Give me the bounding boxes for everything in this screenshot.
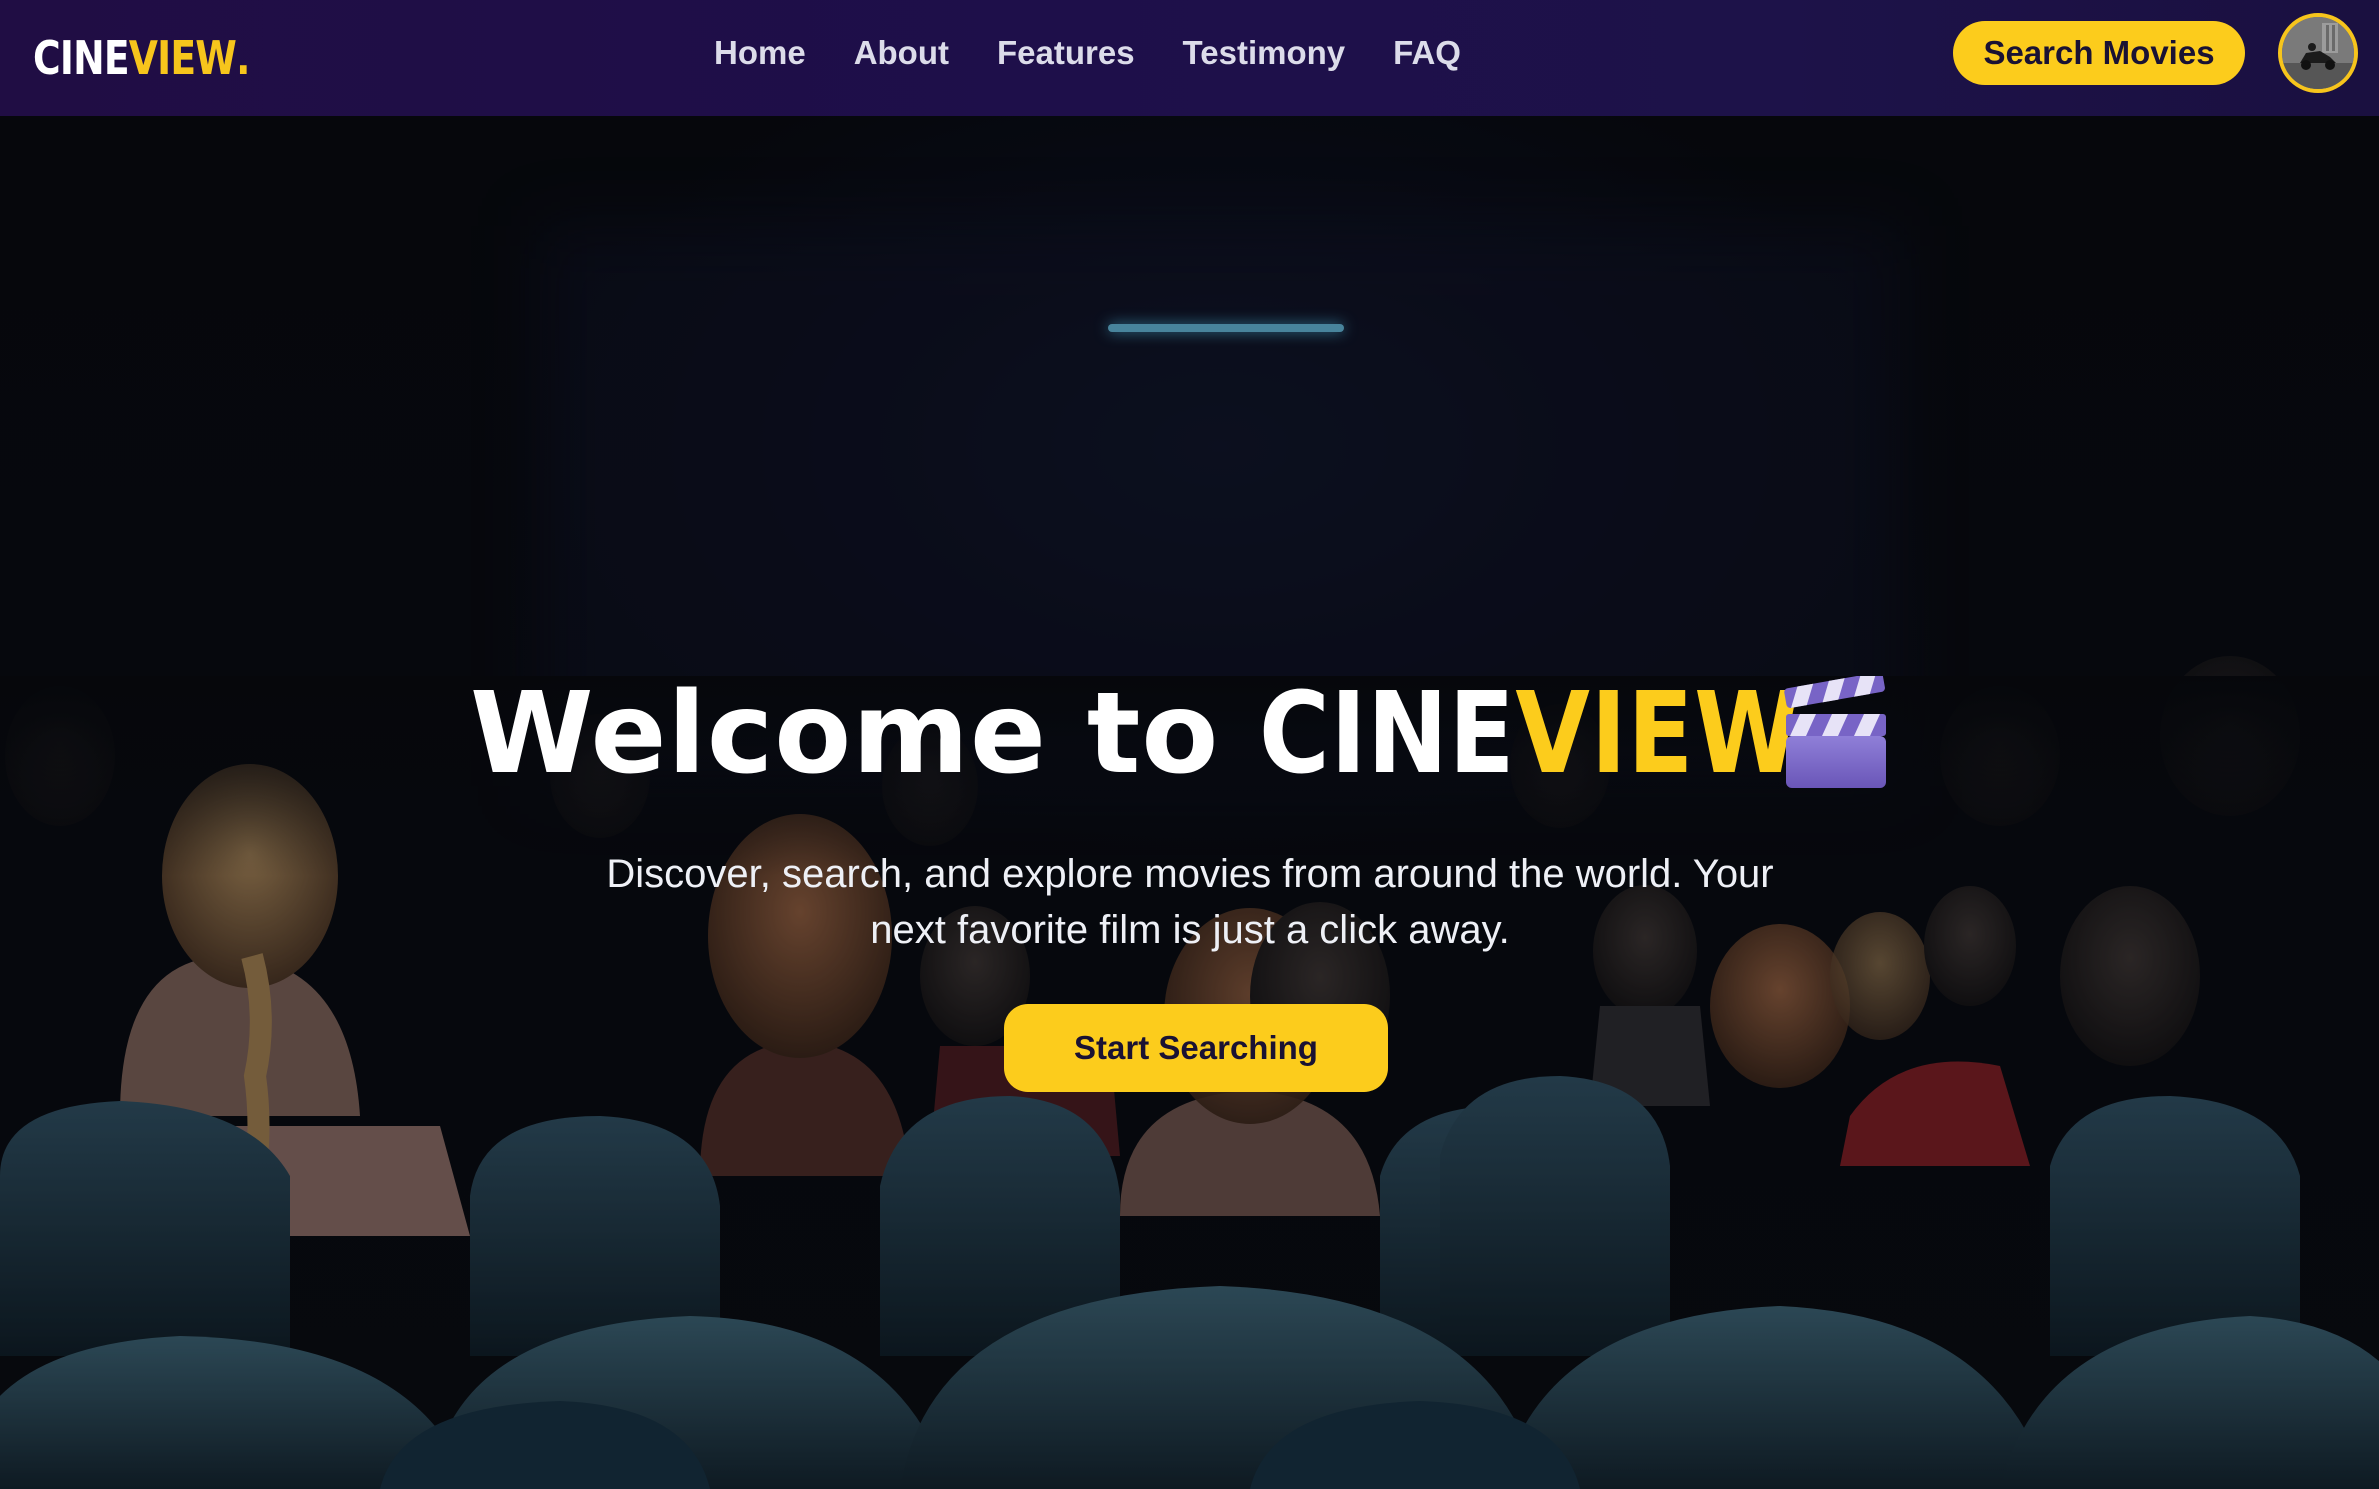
avatar-image-icon [2282,17,2354,89]
hero-subtitle: Discover, search, and explore movies fro… [540,846,1840,958]
hero-title-brand: CINEVIEW [1259,669,1801,799]
logo-dot: . [236,31,250,85]
logo-text-white: CINE [33,31,130,85]
start-searching-button[interactable]: Start Searching [1004,1004,1388,1092]
hero-brand-yellow: VIEW [1515,669,1802,799]
clapperboard-icon [1784,676,1886,788]
search-movies-button[interactable]: Search Movies [1953,21,2245,85]
site-logo[interactable]: CINE VIEW. [33,22,250,94]
nav-link-about[interactable]: About [854,34,949,72]
hero-title: Welcome to CINEVIEW [470,664,1910,804]
top-navbar: CINE VIEW. Home About Features Testimony … [0,0,2379,116]
main-nav: Home About Features Testimony FAQ [714,0,1509,106]
hero-section: Welcome to CINEVIEW Discover, search, an… [0,116,2379,1489]
user-avatar[interactable] [2278,13,2358,93]
hero-subtitle-line-1: Discover, search, and explore movies fro… [606,852,1774,896]
logo-text-yellow: VIEW [128,31,237,85]
nav-link-features[interactable]: Features [997,34,1135,72]
nav-link-faq[interactable]: FAQ [1393,34,1461,72]
hero-subtitle-line-2: next favorite film is just a click away. [870,908,1510,952]
hero-title-prefix: Welcome to [470,669,1220,799]
nav-link-testimony[interactable]: Testimony [1183,34,1346,72]
hero-brand-white: CINE [1259,669,1516,799]
nav-link-home[interactable]: Home [714,34,806,72]
